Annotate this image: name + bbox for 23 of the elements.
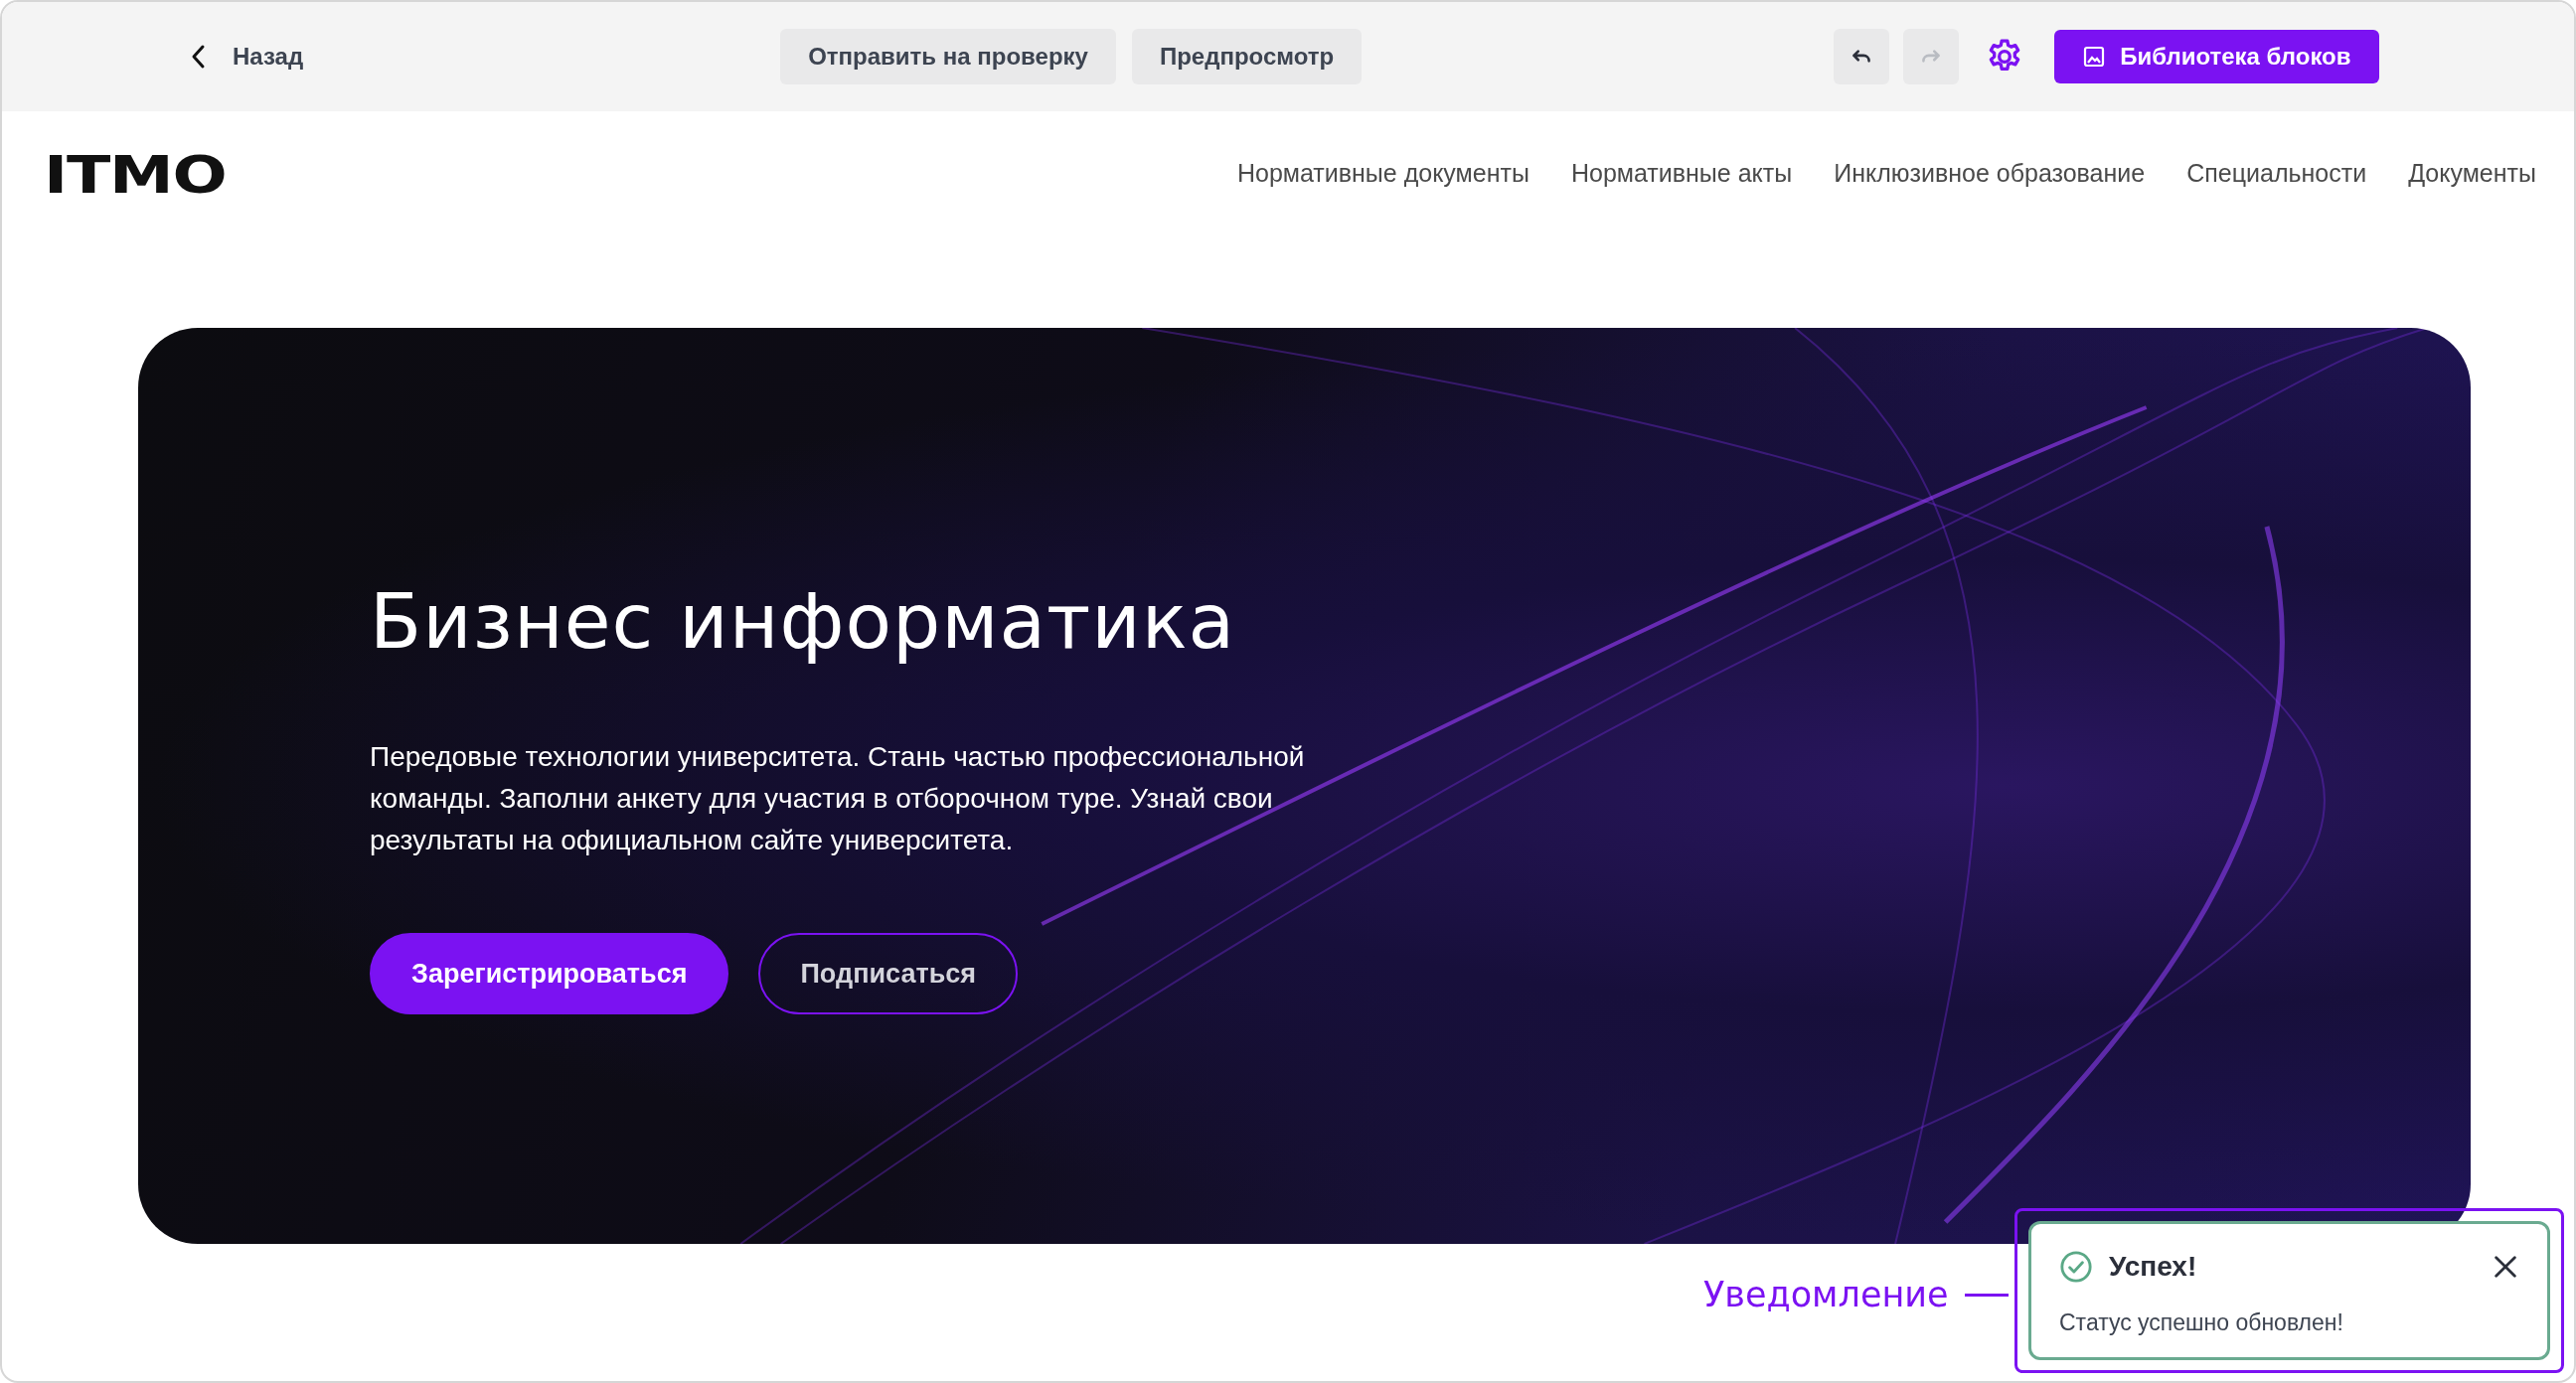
nav-link-item[interactable]: Инклюзивное образование <box>1834 155 2146 193</box>
nav-link-item[interactable]: Специальности <box>2186 155 2367 193</box>
subscribe-button[interactable]: Подписаться <box>758 933 1018 1015</box>
toolbar-button[interactable]: Предпросмотр <box>1131 29 1363 84</box>
annotation-label: Уведомление <box>1703 1274 1949 1316</box>
image-icon <box>2082 45 2107 69</box>
nav-link-item[interactable]: Документы <box>2408 155 2536 193</box>
hero-description: Передовые технологии университета. Стань частью профессиональной команды. Заполни анкету для участия в отборочном туре. Узнай свои результаты на официальном сайте университета. <box>370 740 1306 858</box>
chevron-left-icon <box>191 44 207 70</box>
success-check-icon <box>2059 1250 2093 1284</box>
toast-title: Успех! <box>2109 1250 2197 1284</box>
register-button[interactable]: Зарегистрироваться <box>370 933 729 1015</box>
logo[interactable]: ITMO <box>44 149 227 201</box>
nav-link-item[interactable]: Нормативные документы <box>1236 155 1530 193</box>
undo-button[interactable] <box>1834 29 1890 84</box>
toolbar-button[interactable]: Отправить на проверку <box>780 29 1116 84</box>
close-button[interactable] <box>2492 1253 2519 1281</box>
hero-title: Бизнес информатика <box>370 576 1237 668</box>
block-library-button[interactable]: Библиотека блоков <box>2054 30 2379 83</box>
nav-link-item[interactable]: Нормативные акты <box>1570 155 1793 193</box>
toast-message: Статус успешно обновлен! <box>2059 1308 2344 1337</box>
leader-line <box>1964 1293 2009 1297</box>
back-link[interactable]: Назад <box>181 33 314 80</box>
